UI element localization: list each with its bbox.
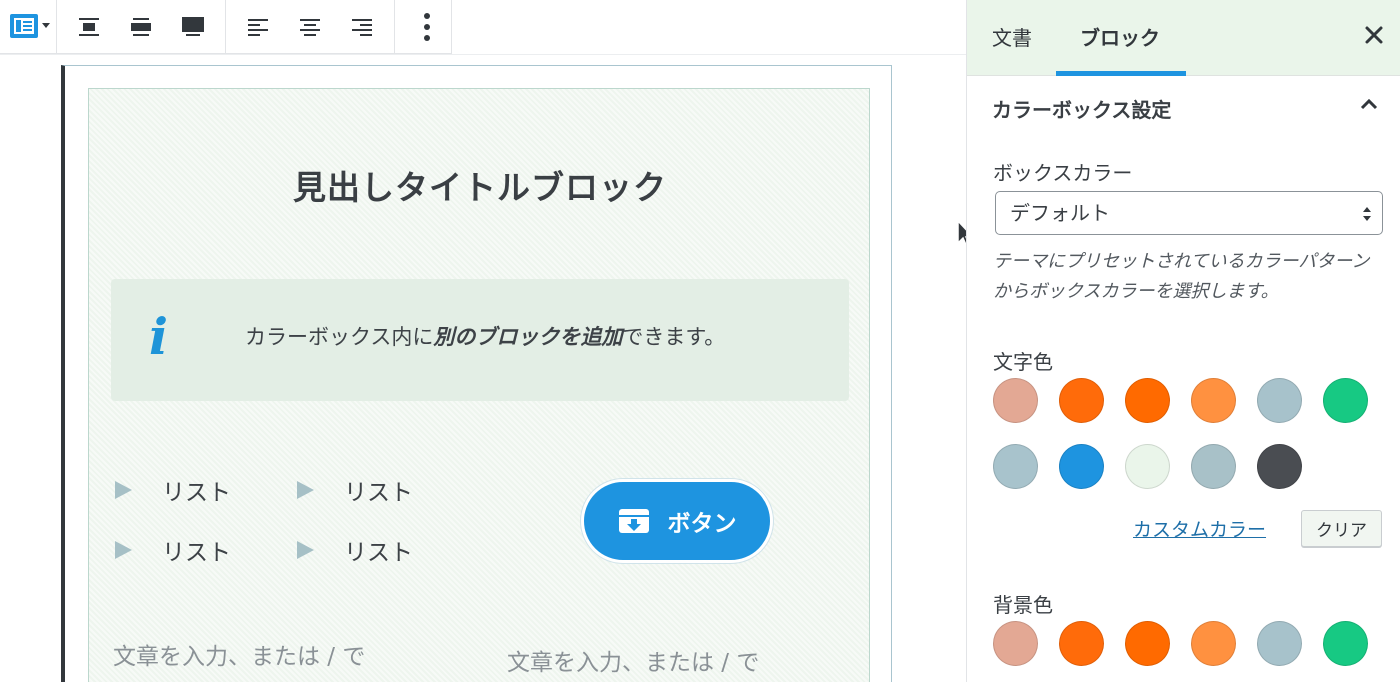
text-align-right-icon xyxy=(352,18,372,36)
color-swatch[interactable] xyxy=(1059,444,1104,489)
info-text-emphasis: 別のブロックを追加 xyxy=(433,325,623,349)
align-full-icon xyxy=(182,16,204,36)
active-tab-indicator xyxy=(1056,71,1186,76)
color-swatch[interactable] xyxy=(993,444,1038,489)
color-swatch[interactable] xyxy=(1125,444,1170,489)
box-color-select-value: デフォルト xyxy=(1010,201,1110,225)
list-item-label: リスト xyxy=(344,540,413,566)
custom-color-link[interactable]: カスタムカラー xyxy=(1133,515,1266,542)
color-swatch[interactable] xyxy=(1191,378,1236,423)
archive-download-icon xyxy=(618,509,649,533)
toolbar-divider xyxy=(0,54,966,55)
block-editor: 見出しタイトルブロック i カラーボックス内に別のブロックを追加できます。 リス… xyxy=(0,0,1400,682)
text-align-center-icon xyxy=(300,18,320,36)
block-type-icon xyxy=(10,13,50,38)
sidebar-tabs: 文書 ブロック xyxy=(967,0,1400,76)
info-box[interactable]: i カラーボックス内に別のブロックを追加できます。 xyxy=(111,279,849,401)
text-align-left-icon xyxy=(248,18,268,36)
more-group xyxy=(395,0,459,53)
download-button[interactable]: ボタン xyxy=(581,479,773,563)
color-swatch[interactable] xyxy=(993,378,1038,423)
close-icon[interactable] xyxy=(1361,22,1387,48)
text-align-right-button[interactable] xyxy=(336,1,388,53)
color-swatch[interactable] xyxy=(1059,378,1104,423)
color-swatch[interactable] xyxy=(993,621,1038,666)
triangle-bullet-icon xyxy=(115,481,132,499)
paragraph-placeholder[interactable]: 文章を入力、または / で xyxy=(507,643,759,677)
align-full-button[interactable] xyxy=(167,1,219,53)
block-type-button[interactable] xyxy=(0,1,56,53)
color-box-block[interactable]: 見出しタイトルブロック i カラーボックス内に別のブロックを追加できます。 リス… xyxy=(88,88,870,682)
color-swatch[interactable] xyxy=(1191,621,1236,666)
download-button-label: ボタン xyxy=(667,511,737,537)
list-item-label: リスト xyxy=(162,540,231,566)
info-text[interactable]: カラーボックス内に別のブロックを追加できます。 xyxy=(245,321,725,351)
tab-block[interactable]: ブロック xyxy=(1080,22,1160,51)
box-color-select[interactable]: デフォルト xyxy=(995,191,1383,235)
color-swatch[interactable] xyxy=(1257,621,1302,666)
background-color-label: 背景色 xyxy=(993,593,1053,617)
box-color-label: ボックスカラー xyxy=(993,161,1133,185)
clear-color-button[interactable]: クリア xyxy=(1301,510,1382,547)
triangle-bullet-icon xyxy=(115,541,132,559)
color-swatch[interactable] xyxy=(1323,621,1368,666)
color-swatch[interactable] xyxy=(1125,621,1170,666)
block-toolbar xyxy=(0,0,452,54)
align-wide-icon xyxy=(131,17,151,36)
list-item[interactable]: リスト xyxy=(115,473,231,507)
settings-sidebar: 文書 ブロック カラーボックス設定 ボックスカラー デフォルト テーマにプリセッ… xyxy=(966,0,1400,682)
block-type-group xyxy=(0,0,57,53)
color-swatch[interactable] xyxy=(1323,378,1368,423)
info-icon: i xyxy=(149,307,168,366)
list-item-label: リスト xyxy=(344,480,413,506)
more-options-button[interactable] xyxy=(401,1,453,53)
info-text-before: カラーボックス内に xyxy=(245,325,434,349)
paragraph-placeholder[interactable]: 文章を入力、または / で xyxy=(113,637,365,671)
align-wide-button[interactable] xyxy=(115,1,167,53)
info-text-after: できます。 xyxy=(622,325,726,349)
text-align-group xyxy=(226,0,395,53)
list-item-label: リスト xyxy=(162,480,231,506)
text-align-left-button[interactable] xyxy=(232,1,284,53)
color-swatch[interactable] xyxy=(1125,378,1170,423)
align-wide-center-button[interactable] xyxy=(63,1,115,53)
chevron-up-icon[interactable] xyxy=(1359,97,1379,111)
align-wide-center-icon xyxy=(79,17,99,36)
triangle-bullet-icon xyxy=(297,481,314,499)
color-swatch[interactable] xyxy=(1257,378,1302,423)
select-arrows-icon xyxy=(1363,207,1371,221)
list-item[interactable]: リスト xyxy=(297,533,413,567)
color-swatch[interactable] xyxy=(1191,444,1236,489)
text-color-label: 文字色 xyxy=(993,350,1053,374)
text-align-center-button[interactable] xyxy=(284,1,336,53)
block-align-group xyxy=(57,0,226,53)
heading-block[interactable]: 見出しタイトルブロック xyxy=(89,161,871,209)
color-swatch[interactable] xyxy=(1059,621,1104,666)
list-item[interactable]: リスト xyxy=(297,473,413,507)
list-item[interactable]: リスト xyxy=(115,533,231,567)
more-options-icon xyxy=(424,12,430,41)
box-color-help: テーマにプリセットされているカラーパターンからボックスカラーを選択します。 xyxy=(993,251,1370,302)
color-swatch[interactable] xyxy=(1257,444,1302,489)
tab-document[interactable]: 文書 xyxy=(992,22,1032,51)
triangle-bullet-icon xyxy=(297,541,314,559)
panel-title[interactable]: カラーボックス設定 xyxy=(992,94,1171,123)
